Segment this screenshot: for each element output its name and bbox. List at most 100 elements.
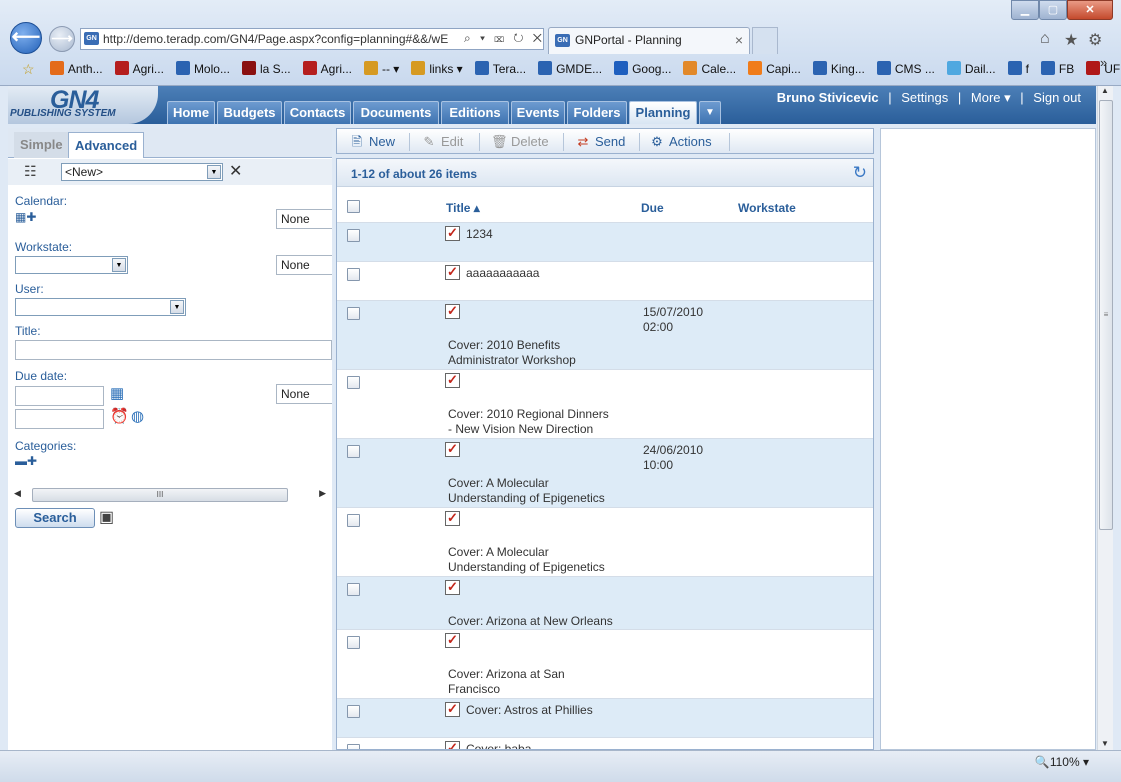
column-due[interactable]: Due (641, 201, 664, 215)
row-checkbox[interactable] (347, 376, 360, 389)
nav-tab-folders[interactable]: Folders (567, 101, 627, 124)
favorites-star-icon[interactable]: ★ (1064, 30, 1078, 50)
refresh-icon[interactable]: ↻ (853, 163, 867, 183)
alarm-clock-icon[interactable]: ⏰ (110, 407, 129, 425)
row-title[interactable]: Cover: Arizona at New Orleans (448, 614, 613, 629)
row-checkbox[interactable] (347, 636, 360, 649)
scroll-left-icon[interactable]: ◀ (14, 488, 21, 499)
favorite-link[interactable]: links ▾ (411, 60, 463, 78)
globe-icon[interactable]: ◍ (131, 407, 144, 425)
due-date-to-input[interactable] (15, 409, 104, 429)
calendar-icon[interactable]: ▦ (110, 384, 124, 402)
table-row[interactable]: ✓ Cover: 2010 Benefits Administrator Work… (337, 301, 873, 370)
favorite-link[interactable]: Capi... (748, 60, 801, 78)
row-title[interactable]: Cover: baba (466, 742, 531, 749)
favorite-link[interactable]: la S... (241, 60, 291, 78)
table-row[interactable]: ✓ Cover: Arizona at San Francisco (337, 630, 873, 699)
favorite-link[interactable]: Goog... (614, 60, 671, 78)
due-date-none-select[interactable]: None (276, 384, 332, 404)
row-checkbox[interactable] (347, 229, 360, 242)
tab-close-icon[interactable]: × (735, 28, 743, 53)
gn4-logo[interactable]: GN4 PUBLISHING SYSTEM (8, 86, 158, 124)
sign-out-link[interactable]: Sign out (1033, 90, 1081, 105)
row-checkbox[interactable] (347, 445, 360, 458)
nav-tab-contacts[interactable]: Contacts (284, 101, 351, 124)
favorite-link[interactable]: CMS ... (876, 60, 935, 78)
nav-tab-events[interactable]: Events (511, 101, 565, 124)
tools-gear-icon[interactable]: ⚙ (1088, 30, 1102, 50)
nav-tab-budgets[interactable]: Budgets (217, 101, 282, 124)
maximize-button[interactable]: ▢ (1039, 0, 1067, 20)
back-button[interactable]: ⟵ (10, 22, 42, 54)
favorites-add-icon[interactable]: ☆ (22, 60, 35, 78)
table-row[interactable]: ✓ aaaaaaaaaaa (337, 262, 873, 301)
nav-tab-editions[interactable]: Editions (441, 101, 509, 124)
row-title[interactable]: Cover: 2010 Regional Dinners - New Visio… (448, 407, 609, 437)
favorite-link[interactable]: Cale... (683, 60, 736, 78)
scroll-up-icon[interactable]: ▲ (1101, 86, 1109, 95)
save-search-icon[interactable]: ▣ (99, 507, 114, 527)
table-row[interactable]: ✓ Cover: 2010 Regional Dinners - New Visi… (337, 370, 873, 439)
browser-tab[interactable]: GN GNPortal - Planning × (548, 27, 750, 54)
scroll-right-icon[interactable]: ▶ (319, 488, 326, 499)
row-checkbox[interactable] (347, 705, 360, 718)
favorite-link[interactable]: Agri... (302, 60, 352, 78)
workstate-select[interactable]: ▼ (15, 256, 128, 274)
favorite-link[interactable]: -- ▾ (363, 60, 399, 78)
row-title[interactable]: aaaaaaaaaaa (466, 266, 539, 281)
nav-more-chevron-icon[interactable]: ▼ (699, 101, 721, 124)
favorite-link[interactable]: Anth... (49, 60, 103, 78)
nav-tab-home[interactable]: Home (167, 101, 215, 124)
address-tools[interactable]: ⌕ ▾ ⌧ ↻ ✕ (464, 31, 545, 46)
row-title[interactable]: 1234 (466, 227, 493, 242)
actions-button[interactable]: ⚙ Actions (649, 133, 711, 151)
table-row[interactable]: ✓ Cover: A Molecular Understanding of Epi… (337, 439, 873, 508)
search-button[interactable]: Search (15, 508, 95, 528)
title-input[interactable] (15, 340, 332, 360)
send-button[interactable]: ⇄ Send (575, 133, 626, 151)
user-select[interactable]: ▼ (15, 298, 186, 316)
forward-button[interactable]: ⟶ (49, 26, 75, 52)
calendar-none-select[interactable]: None (276, 209, 332, 229)
saved-query-select[interactable]: <New> ▼ (61, 163, 223, 181)
tab-simple[interactable]: Simple (14, 132, 69, 158)
row-title[interactable]: Cover: 2010 Benefits Administrator Works… (448, 338, 576, 368)
row-title[interactable]: Cover: Arizona at San Francisco (448, 667, 565, 697)
row-checkbox[interactable] (347, 268, 360, 281)
workstate-none-select[interactable]: None (276, 255, 332, 275)
row-checkbox[interactable] (347, 307, 360, 320)
favorite-link[interactable]: King... (812, 60, 865, 78)
row-title[interactable]: Cover: A Molecular Understanding of Epig… (448, 476, 605, 506)
categories-add-icon[interactable]: ▬✚ (15, 454, 37, 468)
scroll-thumb[interactable]: III (32, 488, 288, 502)
table-row[interactable]: ✓ 1234 (337, 223, 873, 262)
favorite-link[interactable]: Tera... (474, 60, 526, 78)
edit-button[interactable]: ✎ Edit (421, 133, 464, 151)
due-date-from-input[interactable] (15, 386, 104, 406)
tab-advanced[interactable]: Advanced (68, 132, 145, 158)
select-all-checkbox[interactable] (347, 200, 360, 213)
horizontal-scrollbar[interactable]: ◀ III ▶ (14, 488, 326, 504)
vertical-scroll-thumb[interactable]: ≡ (1099, 100, 1113, 530)
column-workstate[interactable]: Workstate (738, 201, 796, 215)
settings-link[interactable]: Settings (901, 90, 948, 105)
favorite-link[interactable]: Agri... (114, 60, 164, 78)
vertical-scrollbar[interactable]: ▲ ≡ ▼ (1097, 86, 1113, 750)
scroll-down-icon[interactable]: ▼ (1101, 739, 1109, 748)
favorite-link[interactable]: Dail... (946, 60, 996, 78)
nav-tab-documents[interactable]: Documents (353, 101, 439, 124)
nav-tab-planning[interactable]: Planning (629, 101, 697, 124)
favorite-link[interactable]: FB (1040, 60, 1074, 78)
table-row[interactable]: ✓ Cover: baba (337, 738, 873, 749)
new-button[interactable]: 🖹 New (349, 133, 395, 151)
new-tab-button[interactable] (752, 27, 778, 54)
favorite-link[interactable]: GMDE... (538, 60, 602, 78)
delete-button[interactable]: 🗑 Delete (491, 133, 549, 151)
close-icon[interactable]: ✕ (229, 161, 242, 181)
favorite-link[interactable]: Molo... (175, 60, 230, 78)
more-menu[interactable]: More ▾ (971, 90, 1011, 105)
calendar-add-icon[interactable]: ▦✚ (15, 210, 36, 224)
favorites-more-icon[interactable]: » (1100, 55, 1107, 70)
zoom-level[interactable]: 🔍110% ▾ (1035, 755, 1089, 769)
favorite-link[interactable]: f (1007, 60, 1029, 78)
